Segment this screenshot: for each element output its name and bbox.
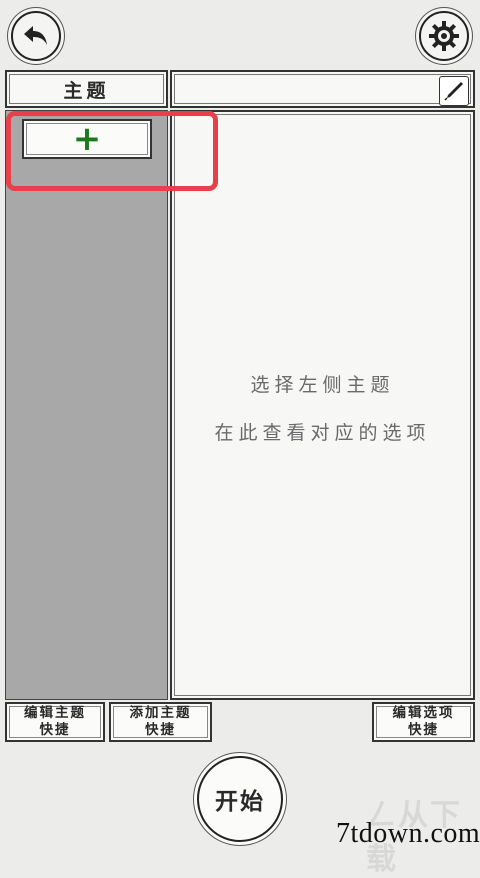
back-button[interactable] xyxy=(11,11,61,61)
highlight-annotation xyxy=(6,111,218,191)
edit-theme-quick-label: 编辑主题 xyxy=(24,705,86,721)
gear-icon xyxy=(429,21,459,51)
back-arrow-icon xyxy=(24,26,47,45)
options-header xyxy=(170,70,475,108)
theme-header: 主题 xyxy=(5,70,168,108)
options-area: 选择左侧主题 在此查看对应的选项 xyxy=(170,110,475,700)
theme-header-label: 主题 xyxy=(63,79,110,102)
edit-theme-quick-button[interactable]: 编辑主题 快捷 xyxy=(5,702,105,742)
start-button-label: 开始 xyxy=(215,789,265,815)
edit-option-quick-label: 编辑选项 xyxy=(392,705,455,721)
start-button[interactable]: 开始 xyxy=(197,756,283,842)
edit-options-button[interactable] xyxy=(439,76,469,106)
add-theme-quick-sublabel: 快捷 xyxy=(145,722,176,738)
pen-icon xyxy=(444,82,463,101)
edit-theme-quick-sublabel: 快捷 xyxy=(39,722,71,738)
add-theme-quick-button[interactable]: 添加主题 快捷 xyxy=(109,702,212,742)
theme-list[interactable]: + xyxy=(5,110,168,700)
options-hint-line2: 在此查看对应的选项 xyxy=(214,422,431,444)
edit-option-quick-button[interactable]: 编辑选项 快捷 xyxy=(372,702,475,742)
watermark: 7tdown.com xyxy=(336,818,480,849)
settings-button[interactable] xyxy=(419,11,469,61)
edit-option-quick-sublabel: 快捷 xyxy=(408,722,439,738)
options-hint-line1: 选择左侧主题 xyxy=(250,374,395,396)
add-theme-quick-label: 添加主题 xyxy=(129,705,192,721)
